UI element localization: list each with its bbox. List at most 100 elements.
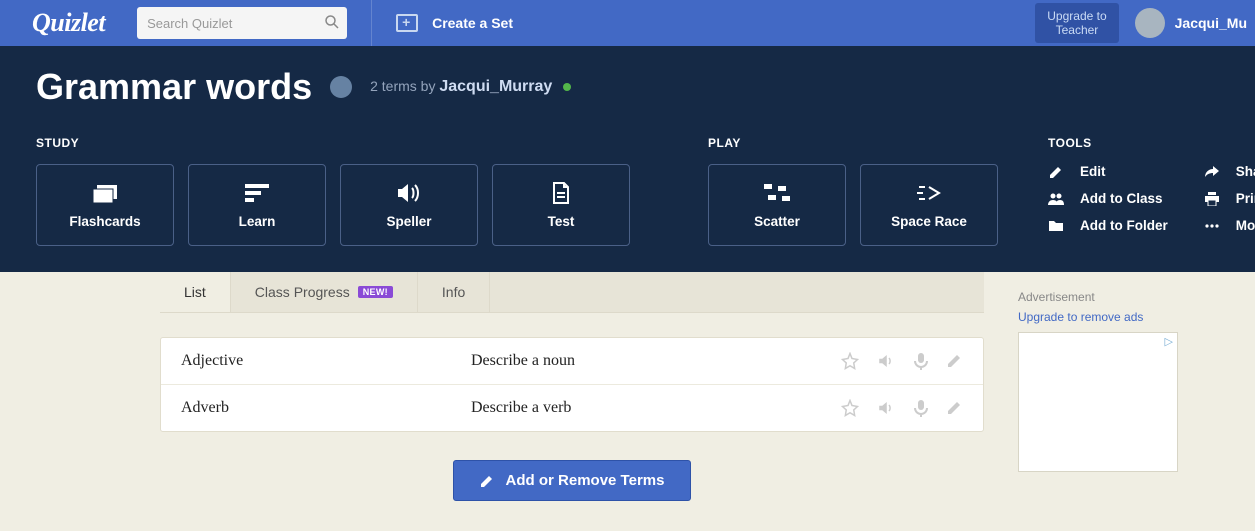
play-label: PLAY bbox=[708, 136, 998, 150]
star-button[interactable] bbox=[841, 352, 859, 370]
play-section: PLAY Scatter Space Race bbox=[708, 136, 998, 246]
mic-icon bbox=[913, 399, 929, 417]
upgrade-line1: Upgrade to bbox=[1047, 9, 1106, 23]
add-to-folder-button[interactable]: Add to Folder bbox=[1048, 218, 1168, 233]
learn-button[interactable]: Learn bbox=[188, 164, 326, 246]
test-icon bbox=[551, 182, 571, 204]
scatter-icon bbox=[764, 182, 790, 204]
new-badge: NEW! bbox=[358, 286, 393, 298]
star-button[interactable] bbox=[841, 399, 859, 417]
study-label: STUDY bbox=[36, 136, 630, 150]
mic-icon bbox=[913, 352, 929, 370]
speller-icon bbox=[396, 182, 422, 204]
class-icon bbox=[1048, 193, 1064, 205]
tab-info[interactable]: Info bbox=[418, 272, 490, 312]
pencil-icon bbox=[480, 474, 494, 488]
author-avatar[interactable] bbox=[330, 76, 352, 98]
speller-label: Speller bbox=[386, 214, 431, 229]
edit-label: Edit bbox=[1080, 164, 1106, 179]
tools-label: TOOLS bbox=[1048, 136, 1255, 150]
print-icon bbox=[1204, 192, 1220, 206]
add-remove-terms-button[interactable]: Add or Remove Terms bbox=[453, 460, 692, 501]
learn-icon bbox=[245, 182, 269, 204]
search-icon bbox=[323, 13, 341, 31]
logo[interactable]: Quizlet bbox=[0, 8, 137, 38]
print-label: Print bbox=[1236, 191, 1255, 206]
print-button[interactable]: Print bbox=[1204, 191, 1255, 206]
ad-box[interactable]: ▷ bbox=[1018, 332, 1178, 472]
page-title: Grammar words bbox=[36, 66, 312, 108]
sidebar-column: Advertisement Upgrade to remove ads ▷ bbox=[1018, 272, 1218, 501]
spacerace-icon bbox=[915, 182, 943, 204]
upgrade-remove-ads-link[interactable]: Upgrade to remove ads bbox=[1018, 310, 1218, 324]
term-definition: Describe a noun bbox=[471, 352, 841, 370]
search-button[interactable] bbox=[323, 13, 341, 31]
tab-class-progress-label: Class Progress bbox=[255, 284, 350, 300]
tab-list[interactable]: List bbox=[160, 272, 231, 312]
speller-button[interactable]: Speller bbox=[340, 164, 478, 246]
author-link[interactable]: Jacqui_Murray bbox=[439, 78, 552, 95]
share-button[interactable]: Share bbox=[1204, 164, 1255, 179]
term-actions bbox=[841, 352, 963, 370]
audio-icon bbox=[877, 352, 895, 370]
avatar bbox=[1135, 8, 1165, 38]
more-icon bbox=[1204, 224, 1220, 228]
tabs-bar: List Class Progress NEW! Info bbox=[160, 272, 984, 313]
add-to-class-label: Add to Class bbox=[1080, 191, 1163, 206]
audio-button[interactable] bbox=[877, 399, 895, 417]
tab-class-progress[interactable]: Class Progress NEW! bbox=[231, 272, 418, 312]
title-row: Grammar words 2 terms by Jacqui_Murray bbox=[36, 66, 1219, 108]
flashcards-label: Flashcards bbox=[69, 214, 140, 229]
pencil-icon bbox=[1048, 165, 1064, 179]
terms-count: 2 terms by bbox=[370, 78, 439, 94]
flashcards-button[interactable]: Flashcards bbox=[36, 164, 174, 246]
tools-section: TOOLS Edit Share Add to Class Print bbox=[1048, 136, 1255, 233]
user-menu[interactable]: Jacqui_Mu bbox=[1135, 8, 1255, 38]
edit-button[interactable]: Edit bbox=[1048, 164, 1168, 179]
share-label: Share bbox=[1236, 164, 1255, 179]
hero-section: Grammar words 2 terms by Jacqui_Murray S… bbox=[0, 46, 1255, 272]
more-button[interactable]: More bbox=[1204, 218, 1255, 233]
test-label: Test bbox=[548, 214, 575, 229]
search-wrap bbox=[137, 7, 347, 39]
set-meta: 2 terms by Jacqui_Murray bbox=[370, 78, 571, 96]
spacerace-label: Space Race bbox=[891, 214, 967, 229]
learn-label: Learn bbox=[239, 214, 276, 229]
folder-icon bbox=[1048, 220, 1064, 232]
flashcards-icon bbox=[91, 182, 119, 204]
search-input[interactable] bbox=[137, 7, 347, 39]
upgrade-button[interactable]: Upgrade to Teacher bbox=[1035, 3, 1118, 44]
user-name-label: Jacqui_Mu bbox=[1175, 15, 1247, 31]
edit-term-button[interactable] bbox=[947, 399, 963, 417]
add-to-class-button[interactable]: Add to Class bbox=[1048, 191, 1168, 206]
audio-icon bbox=[877, 399, 895, 417]
star-icon bbox=[841, 399, 859, 417]
main-column: List Class Progress NEW! Info Adjective … bbox=[160, 272, 984, 501]
scatter-label: Scatter bbox=[754, 214, 800, 229]
more-label: More bbox=[1236, 218, 1255, 233]
term-row: Adverb Describe a verb bbox=[161, 385, 983, 431]
study-section: STUDY Flashcards Learn bbox=[36, 136, 630, 246]
mic-button[interactable] bbox=[913, 399, 929, 417]
terms-list: Adjective Describe a noun Adverb Describ… bbox=[160, 337, 984, 432]
spacerace-button[interactable]: Space Race bbox=[860, 164, 998, 246]
audio-button[interactable] bbox=[877, 352, 895, 370]
add-remove-terms-label: Add or Remove Terms bbox=[506, 472, 665, 489]
mic-button[interactable] bbox=[913, 352, 929, 370]
online-indicator-icon bbox=[563, 83, 571, 91]
adchoices-icon[interactable]: ▷ bbox=[1165, 335, 1173, 348]
pencil-icon bbox=[947, 352, 963, 368]
pencil-icon bbox=[947, 399, 963, 415]
create-set-button[interactable]: Create a Set bbox=[396, 14, 513, 32]
ad-label: Advertisement bbox=[1018, 290, 1218, 304]
edit-term-button[interactable] bbox=[947, 352, 963, 370]
term-word: Adverb bbox=[181, 399, 471, 417]
add-to-folder-label: Add to Folder bbox=[1080, 218, 1168, 233]
term-row: Adjective Describe a noun bbox=[161, 338, 983, 385]
share-icon bbox=[1204, 166, 1220, 178]
tab-info-label: Info bbox=[442, 284, 465, 300]
scatter-button[interactable]: Scatter bbox=[708, 164, 846, 246]
divider bbox=[371, 0, 372, 46]
test-button[interactable]: Test bbox=[492, 164, 630, 246]
term-word: Adjective bbox=[181, 352, 471, 370]
